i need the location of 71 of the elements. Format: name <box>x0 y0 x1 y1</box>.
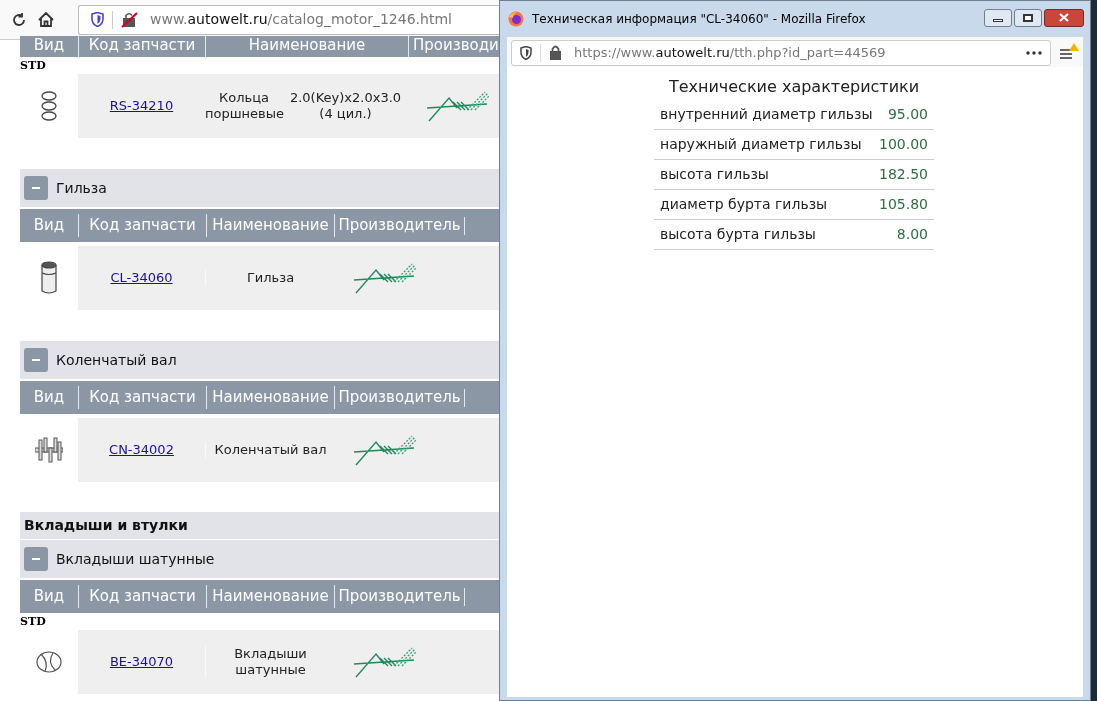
more-icon[interactable] <box>1026 50 1042 55</box>
minus-icon <box>32 558 40 560</box>
spec-value: 95.00 <box>887 105 928 124</box>
brand-logo <box>354 262 416 294</box>
part-spec: 2.0(Key)x2.0x3.0 (4 цил.) <box>288 90 403 122</box>
spec-value: 100.00 <box>879 135 928 154</box>
column-header[interactable]: Код запчасти <box>78 214 206 237</box>
brand-logo <box>354 646 416 678</box>
part-link[interactable]: CN-34002 <box>109 442 174 458</box>
variant-label: STD <box>20 615 46 628</box>
column-header[interactable]: Вид <box>20 386 78 409</box>
section-heading: Технические характеристики <box>667 77 921 97</box>
shield-icon <box>520 45 532 60</box>
column-header[interactable]: Наименование <box>206 585 334 608</box>
group-title: Коленчатый вал <box>56 350 177 370</box>
bearing-shell-icon <box>35 650 63 674</box>
home-icon[interactable] <box>38 12 54 27</box>
firefox-icon <box>508 11 524 27</box>
part-name: Гильза <box>205 270 335 286</box>
column-header[interactable]: Производитель <box>334 386 464 409</box>
address-bar[interactable]: www.autowelt.ru/catalog_motor_1246.html <box>78 4 500 35</box>
column-header[interactable]: Вид <box>20 585 78 608</box>
column-header[interactable]: Производитель <box>334 214 464 237</box>
group-title: Гильза <box>56 178 107 198</box>
spec-label: высота бурта гильзы <box>660 225 816 244</box>
column-header[interactable]: Производитель <box>334 585 464 608</box>
part-name: Кольца поршневые <box>205 90 283 122</box>
brand-logo <box>354 434 416 466</box>
crankshaft-icon <box>35 437 63 463</box>
shield-icon <box>91 12 104 27</box>
minus-icon <box>32 359 40 361</box>
spec-label: высота гильзы <box>660 165 769 184</box>
collapse-button[interactable] <box>24 348 48 372</box>
insecure-lock-icon <box>121 11 138 28</box>
column-header[interactable]: Наименование <box>206 214 334 237</box>
part-link[interactable]: RS-34210 <box>109 98 174 114</box>
part-name: Коленчатый вал <box>205 442 335 458</box>
variant-label: STD <box>20 59 46 72</box>
column-header[interactable]: Вид <box>20 36 78 57</box>
minimize-button[interactable] <box>984 8 1012 27</box>
spec-value: 8.00 <box>896 225 928 244</box>
brand-logo <box>427 90 489 122</box>
close-icon <box>1059 13 1069 22</box>
url-text: www.autowelt.ru/catalog_motor_1246.html <box>150 10 452 29</box>
menu-icon[interactable] <box>1059 43 1079 61</box>
spec-label: наружный диаметр гильзы <box>660 135 862 154</box>
part-name: Вкладыши шатунные <box>205 646 335 678</box>
cylinder-sleeve-icon <box>40 261 58 295</box>
group-title: Вкладыши шатунные <box>56 549 215 569</box>
category-title: Вкладыши и втулки <box>24 516 188 535</box>
spec-value: 182.50 <box>879 165 928 184</box>
reload-icon[interactable] <box>12 12 26 27</box>
window-title: Техническая информация "CL-34060" - Mozilla Firefox <box>532 11 867 28</box>
column-header[interactable]: Вид <box>20 214 78 237</box>
part-link[interactable]: BE-34070 <box>109 654 174 670</box>
column-header[interactable]: Код запчасти <box>78 585 206 608</box>
collapse-button[interactable] <box>24 176 48 200</box>
url-text: https://www.autowelt.ru/tth.php?id_part=44569 <box>574 43 887 62</box>
part-link[interactable]: CL-34060 <box>110 270 173 286</box>
close-button[interactable] <box>1044 8 1084 27</box>
spec-label: внутренний диаметр гильзы <box>660 105 873 124</box>
maximize-button[interactable] <box>1014 8 1042 27</box>
column-header[interactable]: Наименование <box>206 386 334 409</box>
piston-rings-icon <box>40 90 58 122</box>
column-header[interactable]: Код запчасти <box>78 386 206 409</box>
minus-icon <box>32 187 40 189</box>
spec-label: диаметр бурта гильзы <box>660 195 828 214</box>
address-bar[interactable]: https://www.autowelt.ru/tth.php?id_part=44569 <box>511 39 1051 66</box>
collapse-button[interactable] <box>24 547 48 571</box>
spec-value: 105.80 <box>879 195 928 214</box>
lock-icon <box>549 45 562 60</box>
